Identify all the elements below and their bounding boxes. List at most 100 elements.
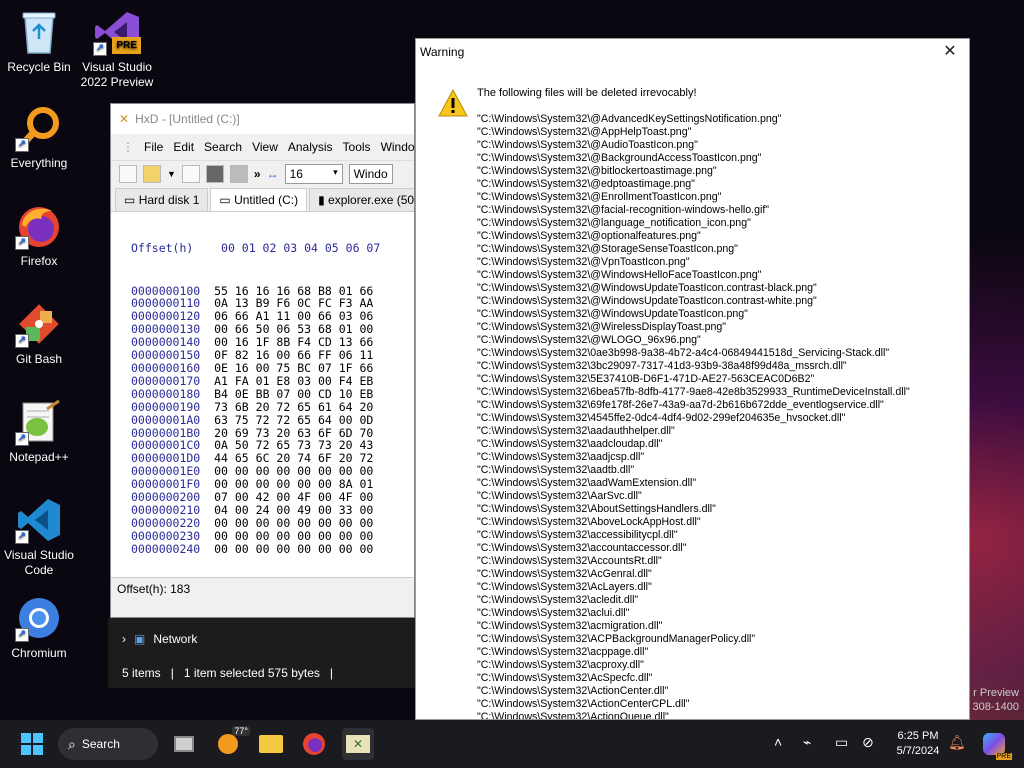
- desktop-icon-label: Recycle Bin: [7, 60, 71, 74]
- desktop-icon-notepad-plus-plus[interactable]: ↗ Notepad++: [0, 398, 79, 465]
- file-list-item: "C:\Windows\System32\@WindowsHelloFaceTo…: [477, 269, 762, 281]
- shortcut-arrow-icon: ↗: [15, 628, 29, 642]
- hex-bytes[interactable]: 0F 82 16 00 66 FF 06 11: [214, 348, 373, 362]
- hex-editor-view[interactable]: Offset(h) 00 01 02 03 04 05 06 07 000000…: [111, 212, 414, 577]
- menu-tools[interactable]: Tools: [338, 140, 376, 154]
- file-list-item: "C:\Windows\System32\aadWamExtension.dll…: [477, 477, 697, 489]
- menu-window[interactable]: Window: [376, 140, 414, 154]
- close-icon[interactable]: ✕: [937, 41, 963, 63]
- shortcut-arrow-icon: ↗: [15, 432, 29, 446]
- process-icon: ▮: [318, 193, 325, 207]
- notification-bell-icon[interactable]: 🔔︎: [948, 734, 966, 751]
- hex-bytes[interactable]: 00 00 00 00 00 00 00 00: [214, 516, 373, 530]
- offset-header: Offset(h): [131, 240, 194, 255]
- taskbar-file-explorer[interactable]: [255, 728, 287, 760]
- hex-bytes[interactable]: 06 66 A1 11 00 66 03 06: [214, 309, 373, 323]
- hex-bytes[interactable]: B4 0E BB 07 00 CD 10 EB: [214, 387, 373, 401]
- disk-icon[interactable]: [229, 164, 248, 183]
- desktop-icon-visual-studio-code[interactable]: ↗ Visual Studio Code: [0, 496, 79, 578]
- hex-bytes[interactable]: 00 00 00 00 00 00 00 00: [214, 464, 373, 478]
- hex-bytes[interactable]: 73 6B 20 72 65 61 64 20: [214, 400, 373, 414]
- menu-analysis[interactable]: Analysis: [283, 140, 338, 154]
- open-dropdown-chevron-icon[interactable]: ▼: [167, 169, 176, 179]
- warning-icon: [438, 89, 468, 117]
- hex-bytes[interactable]: 00 16 1F 8B F4 CD 13 66: [214, 335, 373, 349]
- file-list-item: "C:\Windows\System32\ActionQueue.dll": [477, 711, 669, 720]
- hex-bytes[interactable]: 00 66 50 06 53 68 01 00: [214, 322, 373, 336]
- file-list-item: "C:\Windows\System32\aadjcsp.dll": [477, 451, 645, 463]
- menu-edit[interactable]: Edit: [168, 140, 199, 154]
- file-list-item: "C:\Windows\System32\@WirelessDisplayToa…: [477, 321, 727, 333]
- menu-search[interactable]: Search: [199, 140, 247, 154]
- windows-logo-icon: [21, 733, 43, 755]
- taskbar-search[interactable]: ⌕ Search: [58, 728, 158, 760]
- menu-file[interactable]: File: [139, 140, 168, 154]
- column-header: 00 01 02 03 04 05 06 07: [221, 240, 381, 255]
- hex-offset: 0000000170: [131, 373, 201, 388]
- hex-bytes[interactable]: 0E 16 00 75 BC 07 1F 66: [214, 361, 373, 375]
- hex-bytes[interactable]: 0A 13 B9 F6 0C FC F3 AA: [214, 296, 373, 310]
- menu-view[interactable]: View: [247, 140, 283, 154]
- desktop-icon-everything[interactable]: ↗ Everything: [0, 104, 79, 171]
- hex-bytes[interactable]: A1 FA 01 E8 03 00 F4 EB: [214, 374, 373, 388]
- file-list-item: "C:\Windows\System32\@optionalfeatures.p…: [477, 230, 701, 242]
- file-list-item: "C:\Windows\System32\@language_notificat…: [477, 217, 751, 229]
- encoding-select[interactable]: Windo: [348, 163, 393, 184]
- hex-row[interactable]: 0000000240 00 00 00 00 00 00 00 00: [131, 542, 414, 556]
- open-folder-icon[interactable]: [143, 164, 161, 183]
- hex-bytes[interactable]: 07 00 42 00 4F 00 4F 00: [214, 490, 373, 504]
- desktop-icon-visual-studio-2022-preview[interactable]: PRE ↗ Visual Studio 2022 Preview: [77, 8, 157, 90]
- toolbar-overflow-icon[interactable]: »: [254, 167, 261, 181]
- hex-bytes[interactable]: 00 00 00 00 00 00 00 00: [214, 542, 373, 556]
- taskbar-firefox[interactable]: [298, 728, 330, 760]
- volume-muted-icon[interactable]: ⊘: [862, 734, 874, 751]
- bytes-per-row-select[interactable]: 16 ▾: [284, 163, 343, 184]
- expand-chevron-icon[interactable]: ›: [122, 632, 126, 646]
- hxd-title-bar[interactable]: ✕ HxD - [Untitled (C:)]: [111, 104, 414, 134]
- hex-bytes[interactable]: 20 69 73 20 63 6F 6D 70: [214, 426, 373, 440]
- nav-item-network[interactable]: › ▣ Network: [122, 632, 197, 646]
- taskbar: ⌕ Search 77° ✕ ˄ ⌁ ▭ ⊘ 6:25 PM 5/7/2024 …: [0, 720, 1024, 768]
- display-icon[interactable]: ▭: [835, 734, 848, 751]
- file-list-item: "C:\Windows\System32\@BackgroundAccessTo…: [477, 152, 762, 164]
- tab-untitled-c[interactable]: ▭ Untitled (C:): [210, 188, 308, 211]
- dialog-title-bar[interactable]: Warning ✕: [416, 39, 969, 65]
- hex-bytes[interactable]: 63 75 72 72 65 64 00 0D: [214, 413, 373, 427]
- pre-badge: PRE: [112, 37, 141, 54]
- desktop-icon-chromium[interactable]: ↗ Chromium: [0, 594, 79, 661]
- close-file-icon[interactable]: [205, 164, 224, 183]
- hex-offset: 0000000140: [131, 335, 201, 350]
- visual-studio-preview-icon: PRE ↗: [93, 8, 141, 56]
- desktop-icon-git-bash[interactable]: ↗ Git Bash: [0, 300, 79, 367]
- dialog-title: Warning: [420, 45, 465, 59]
- network-disconnected-icon[interactable]: ⌁: [803, 734, 811, 751]
- hex-offset: 0000000150: [131, 348, 201, 363]
- start-button[interactable]: [16, 728, 48, 760]
- copilot-button[interactable]: PRE: [978, 728, 1012, 760]
- chevron-down-icon: ▾: [333, 166, 338, 177]
- taskbar-hxd[interactable]: ✕: [342, 728, 374, 760]
- file-list-item: "C:\Windows\System32\@WindowsUpdateToast…: [477, 282, 817, 294]
- hex-bytes[interactable]: 44 65 6C 20 74 6F 20 72: [214, 451, 373, 465]
- tab-hard-disk-1[interactable]: ▭ Hard disk 1: [115, 188, 209, 211]
- hex-bytes[interactable]: 00 00 00 00 00 00 8A 01: [214, 477, 373, 491]
- save-icon[interactable]: [181, 164, 200, 183]
- show-hidden-icons-chevron-icon[interactable]: ˄: [774, 734, 782, 750]
- copilot-icon: [983, 733, 1005, 755]
- hex-bytes[interactable]: 55 16 16 16 68 B8 01 66: [214, 284, 373, 298]
- watermark-line2: 308-1400: [972, 701, 1020, 713]
- task-view-button[interactable]: [168, 728, 200, 760]
- weather-temp: 77°: [232, 726, 250, 736]
- desktop-icon-firefox[interactable]: ↗ Firefox: [0, 202, 79, 269]
- hex-offset: 0000000120: [131, 309, 201, 324]
- taskbar-clock[interactable]: 6:25 PM 5/7/2024: [888, 729, 948, 759]
- hex-bytes[interactable]: 0A 50 72 65 73 73 20 43: [214, 438, 373, 452]
- file-list-item: "C:\Windows\System32\ActionCenter.dll": [477, 685, 669, 697]
- hex-bytes[interactable]: 00 00 00 00 00 00 00 00: [214, 529, 373, 543]
- file-list-item: "C:\Windows\System32\AboveLockAppHost.dl…: [477, 516, 701, 528]
- desktop-icon-recycle-bin[interactable]: Recycle Bin: [0, 8, 79, 75]
- tab-explorer-exe[interactable]: ▮ explorer.exe (50: [309, 188, 414, 211]
- hex-bytes[interactable]: 04 00 24 00 49 00 33 00: [214, 503, 373, 517]
- weather-widget[interactable]: 77°: [212, 726, 250, 760]
- new-file-icon[interactable]: [119, 164, 137, 183]
